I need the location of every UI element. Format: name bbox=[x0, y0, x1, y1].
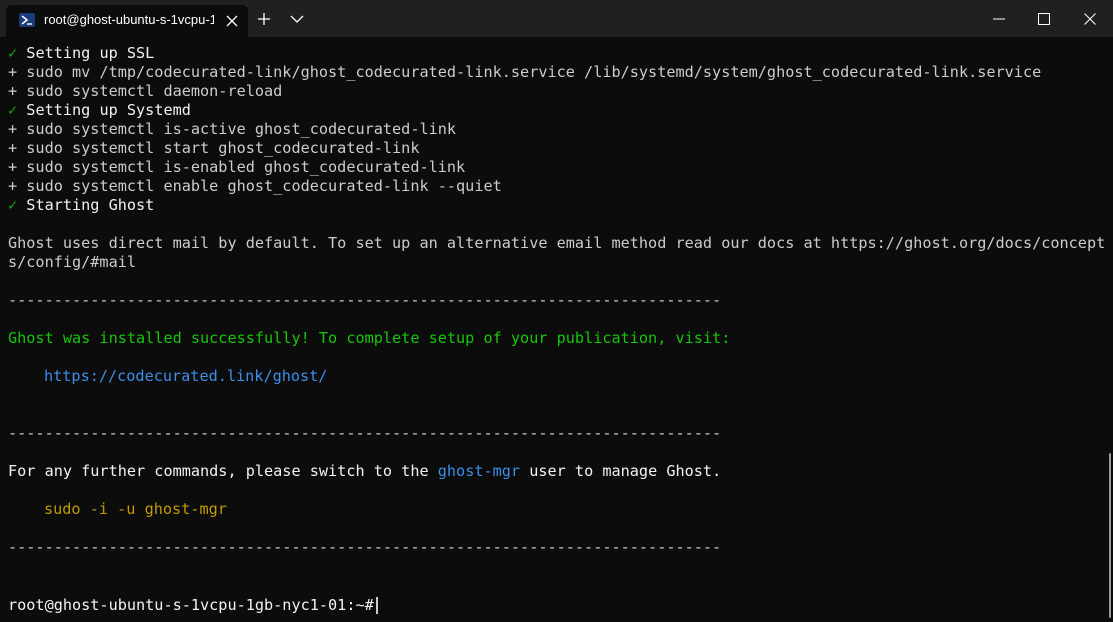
profile-dropdown-button[interactable] bbox=[284, 0, 310, 37]
terminal-line: For any further commands, please switch … bbox=[8, 462, 722, 480]
minimize-icon bbox=[993, 18, 1005, 19]
close-icon bbox=[1084, 12, 1096, 25]
title-bar: root@ghost-ubuntu-s-1vcpu-1gb-nyc1-01: ~ bbox=[0, 0, 1113, 37]
close-window-button[interactable] bbox=[1067, 0, 1113, 37]
chevron-down-icon bbox=[290, 15, 304, 23]
scrollbar[interactable] bbox=[1109, 453, 1111, 618]
terminal-line: + sudo systemctl enable ghost_codecurate… bbox=[8, 177, 502, 195]
terminal-line: ✓ Setting up SSL bbox=[8, 44, 155, 62]
terminal-line: ✓ Starting Ghost bbox=[8, 196, 155, 214]
terminal-tab[interactable]: root@ghost-ubuntu-s-1vcpu-1gb-nyc1-01: ~ bbox=[6, 5, 248, 37]
separator-line: ----------------------------------------… bbox=[8, 424, 722, 442]
maximize-icon bbox=[1038, 12, 1050, 25]
ghost-mgr-user: ghost-mgr bbox=[437, 462, 521, 480]
check-icon: ✓ bbox=[8, 44, 18, 62]
close-tab-icon[interactable] bbox=[222, 11, 242, 31]
terminal-line: + sudo systemctl start ghost_codecurated… bbox=[8, 139, 420, 157]
plus-icon bbox=[258, 12, 270, 25]
terminal-output[interactable]: ✓ Setting up SSL + sudo mv /tmp/codecura… bbox=[0, 37, 1113, 622]
tab-title: root@ghost-ubuntu-s-1vcpu-1gb-nyc1-01: ~ bbox=[44, 12, 214, 27]
terminal-line: + sudo systemctl is-active ghost_codecur… bbox=[8, 120, 457, 138]
text-cursor bbox=[376, 597, 378, 614]
maximize-button[interactable] bbox=[1021, 0, 1067, 37]
shell-prompt[interactable]: root@ghost-ubuntu-s-1vcpu-1gb-nyc1-01:~# bbox=[8, 596, 383, 615]
new-tab-button[interactable] bbox=[251, 0, 277, 37]
minimize-button[interactable] bbox=[976, 0, 1022, 37]
terminal-line: + sudo systemctl daemon-reload bbox=[8, 82, 283, 100]
success-message: Ghost was installed successfully! To com… bbox=[8, 329, 731, 347]
terminal-line: + sudo systemctl is-enabled ghost_codecu… bbox=[8, 158, 466, 176]
terminal-line: s/config/#mail bbox=[8, 253, 137, 271]
terminal-line: Ghost uses direct mail by default. To se… bbox=[8, 234, 1106, 252]
terminal-line: + sudo mv /tmp/codecurated-link/ghost_co… bbox=[8, 63, 1042, 81]
switch-user-command: sudo -i -u ghost-mgr bbox=[44, 500, 227, 518]
check-icon: ✓ bbox=[8, 101, 18, 119]
separator-line: ----------------------------------------… bbox=[8, 538, 722, 556]
powershell-icon bbox=[19, 13, 35, 27]
separator-line: ----------------------------------------… bbox=[8, 291, 722, 309]
admin-url-link[interactable]: https://codecurated.link/ghost/ bbox=[44, 367, 327, 386]
check-icon: ✓ bbox=[8, 196, 18, 214]
terminal-line: ✓ Setting up Systemd bbox=[8, 101, 191, 119]
